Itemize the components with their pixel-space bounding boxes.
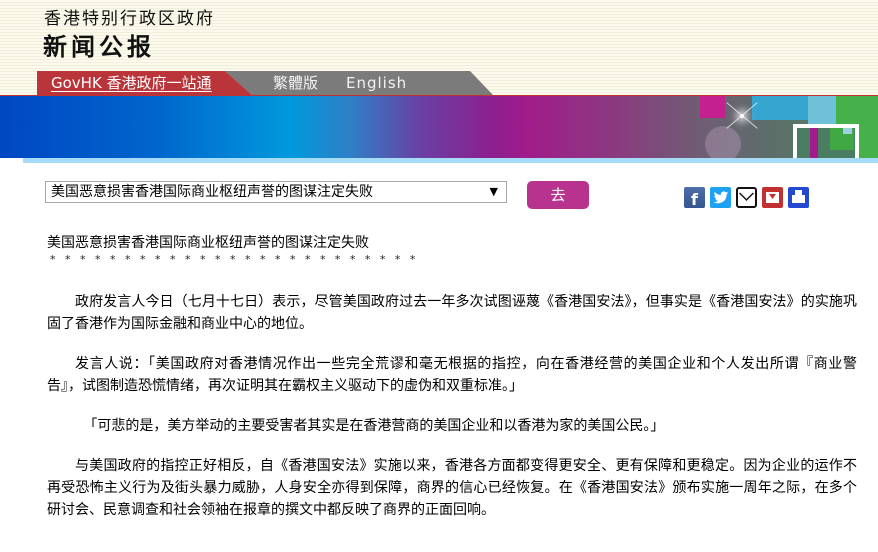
article-select[interactable]: 美国恶意损害香港国际商业枢纽声誉的图谋注定失败 ▼ <box>45 181 507 203</box>
article-paragraph: 与美国政府的指控正好相反，自《香港国安法》实施以来，香港各方面都变得更安全、更有… <box>47 458 857 518</box>
banner-underline <box>23 158 878 163</box>
press-release-article: 美国恶意损害香港国际商业枢纽声誉的图谋注定失败 * * * * * * * * … <box>47 233 857 521</box>
banner-shape <box>810 128 818 158</box>
twitter-icon[interactable] <box>710 187 731 208</box>
article-paragraph: 发言人说：「美国政府对香港情况作出一些完全荒谬和毫无根据的指控，向在香港经营的美… <box>47 356 857 394</box>
section-title: 新闻公报 <box>43 33 155 61</box>
go-button[interactable]: 去 <box>527 181 589 209</box>
article-title: 美国恶意损害香港国际商业枢纽声誉的图谋注定失败 <box>47 235 369 251</box>
banner-shape <box>808 96 836 124</box>
english-link[interactable]: English <box>346 71 407 95</box>
decorative-banner <box>0 96 878 158</box>
banner-shape <box>752 96 808 120</box>
article-select-value: 美国恶意损害香港国际商业枢纽声誉的图谋注定失败 <box>51 184 373 200</box>
save-icon[interactable] <box>762 187 783 208</box>
banner-shape <box>705 126 741 158</box>
govhk-link[interactable]: GovHK 香港政府一站通 <box>37 71 252 95</box>
share-toolbar: f <box>684 187 809 208</box>
top-nav: GovHK 香港政府一站通 繁體版 English <box>37 71 493 95</box>
title-separator: * * * * * * * * * * * * * * * * * * * * … <box>50 253 416 266</box>
organization-name: 香港特别行政区政府 <box>44 9 215 29</box>
chevron-down-icon: ▼ <box>489 185 498 198</box>
article-paragraph: 政府发言人今日（七月十七日）表示，尽管美国政府过去一年多次试图诬蔑《香港国安法》… <box>47 294 857 332</box>
twitter-bird-icon <box>713 191 729 204</box>
print-icon[interactable] <box>788 187 809 208</box>
facebook-icon[interactable]: f <box>684 187 705 208</box>
sparkle-icon <box>740 114 744 118</box>
traditional-chinese-link[interactable]: 繁體版 <box>273 71 318 95</box>
article-paragraph: 「可悲的是，美方举动的主要受害者其实是在香港营商的美国企业和以香港为家的美国公民… <box>83 418 665 434</box>
banner-shape <box>700 96 725 118</box>
email-icon[interactable] <box>736 187 757 208</box>
site-header: 香港特别行政区政府 新闻公报 GovHK 香港政府一站通 繁體版 English <box>0 0 878 96</box>
banner-shape <box>843 128 852 134</box>
